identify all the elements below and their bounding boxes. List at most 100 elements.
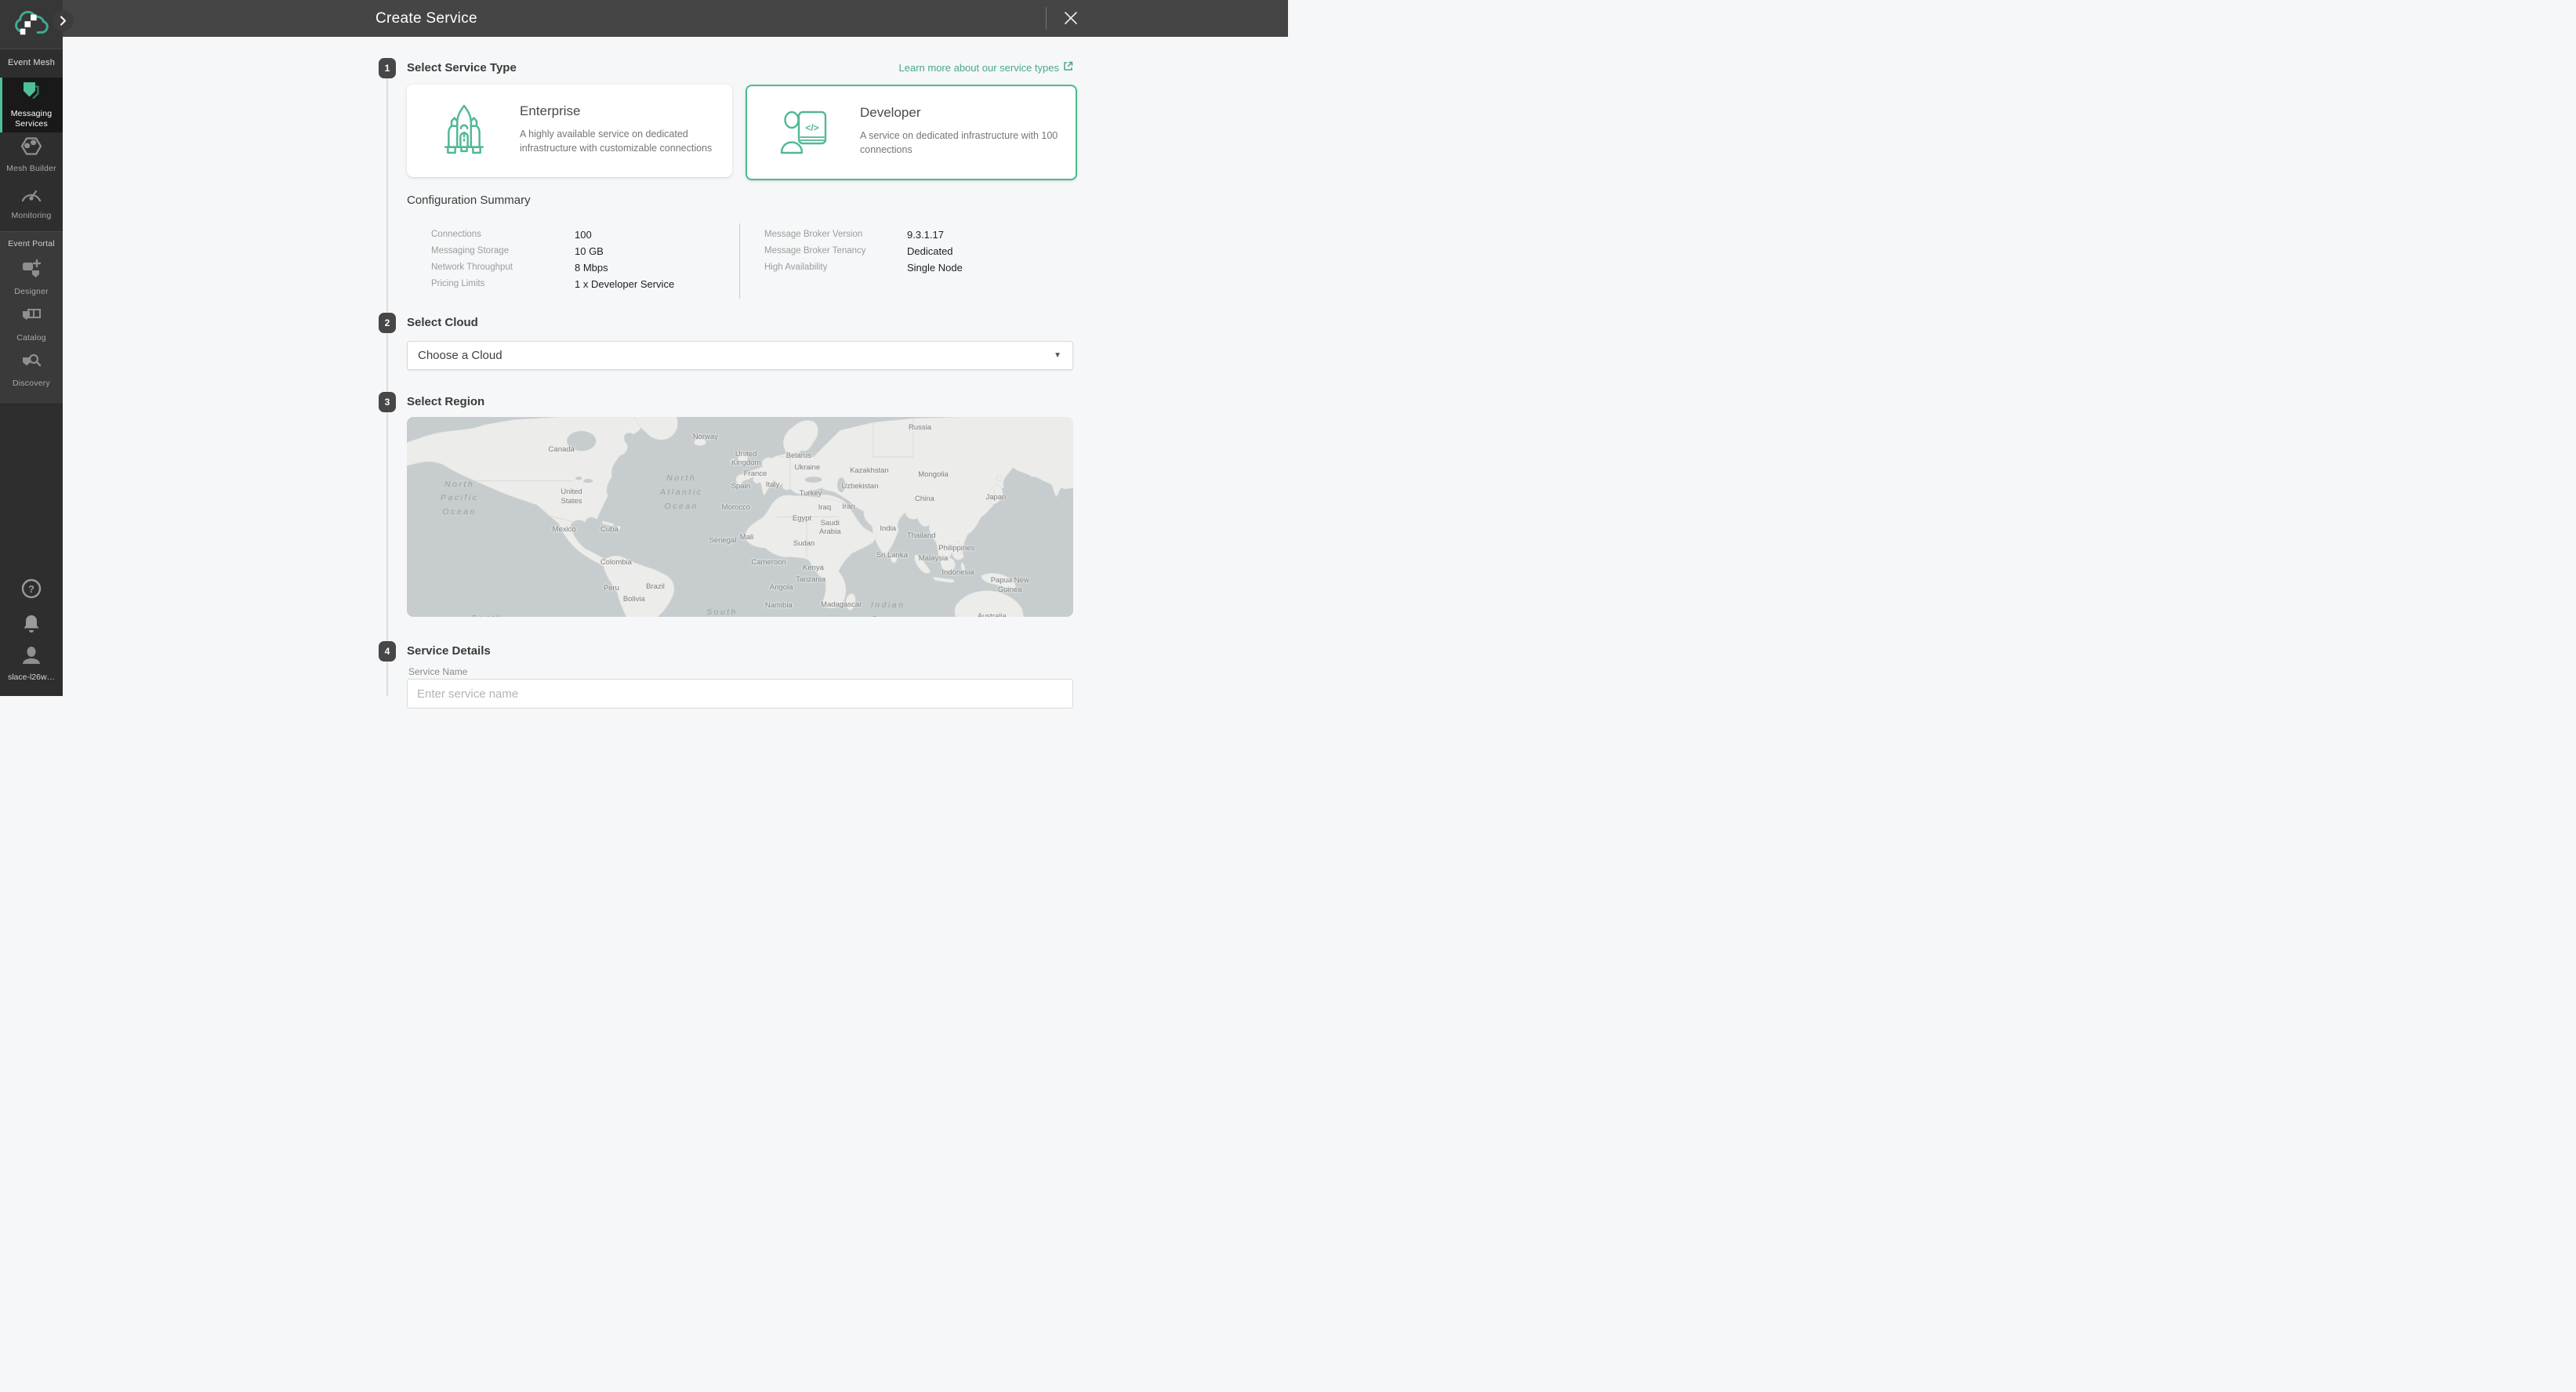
create-service-header: Create Service — [63, 0, 1288, 37]
learn-more-link[interactable]: Learn more about our service types — [899, 61, 1074, 74]
step-rail — [386, 412, 388, 641]
step-rail — [386, 78, 388, 313]
map-country-label: Belarus — [786, 451, 811, 461]
sidebar-item-discovery[interactable]: Discovery — [0, 346, 63, 395]
map-country-label: Russia — [909, 423, 931, 433]
summary-value: 10 GB — [575, 245, 604, 257]
dropdown-caret-icon: ▼ — [1054, 342, 1061, 369]
svg-text:</>: </> — [805, 122, 818, 133]
summary-value: 100 — [575, 229, 592, 241]
map-country-label: Sudan — [793, 539, 815, 549]
service-type-card-enterprise[interactable]: Enterprise A highly available service on… — [407, 85, 732, 177]
sidebar-item-mesh-builder[interactable]: Mesh Builder — [0, 132, 63, 179]
step-4-badge: 4 — [379, 641, 396, 662]
step-1-title: Select Service Type — [407, 58, 517, 78]
map-country-label: Madagascar — [821, 600, 862, 610]
learn-more-link-text: Learn more about our service types — [899, 62, 1060, 74]
map-ocean-label: North Atlantic Ocean — [660, 472, 702, 514]
map-country-label: France — [744, 469, 767, 479]
discovery-magnifier-icon — [20, 352, 42, 375]
help-button[interactable]: ? — [0, 578, 63, 602]
step-2-title: Select Cloud — [407, 313, 478, 333]
map-country-label: Iraq — [818, 503, 831, 513]
sidebar-item-messaging-services[interactable]: Messaging Services — [0, 78, 63, 132]
shield-icon — [21, 81, 42, 105]
sidebar-item-event-mesh[interactable]: Event Mesh — [0, 49, 63, 78]
notifications-button[interactable] — [0, 614, 63, 637]
rocket-icon — [440, 103, 488, 162]
service-type-title: Developer — [860, 105, 921, 121]
map-country-label: Kenya — [803, 564, 824, 573]
sidebar-item-label: Designer — [14, 287, 49, 297]
event-portal-section: Event Portal Designer Catalog — [0, 231, 63, 404]
map-country-label: Mexico — [553, 525, 576, 535]
map-country-label: Mongolia — [918, 470, 949, 480]
summary-label: Message Broker Tenancy — [764, 246, 866, 256]
sidebar-item-label: Discovery — [13, 379, 50, 389]
user-name-label[interactable]: slace-l26w… — [0, 672, 63, 682]
map-country-label: Saudi Arabia — [819, 519, 840, 538]
map-labels-layer: RussiaNorwayCanadaUnited KingdomBelarusU… — [407, 417, 1073, 617]
cloud-select-dropdown[interactable]: Choose a Cloud ▼ — [407, 341, 1073, 370]
map-country-label: United States — [561, 488, 582, 506]
sidebar-item-label: Event Mesh — [8, 58, 55, 69]
sidebar-item-monitoring[interactable]: Monitoring — [0, 179, 63, 229]
map-country-label: Iran — [842, 502, 854, 512]
sidebar: Event Mesh Messaging Services Mesh Build… — [0, 0, 63, 696]
map-country-label: Spain — [731, 482, 750, 491]
sidebar-expand-button[interactable] — [53, 10, 74, 31]
map-country-label: Australia — [978, 612, 1007, 617]
sidebar-item-label: Catalog — [16, 333, 46, 343]
step-rail — [386, 662, 388, 696]
step-1-badge: 1 — [379, 58, 396, 78]
service-name-input[interactable] — [407, 679, 1073, 709]
sidebar-item-designer[interactable]: Designer — [0, 254, 63, 303]
map-country-label: Senegal — [709, 536, 736, 546]
sidebar-item-label: Mesh Builder — [4, 164, 59, 174]
service-type-description: A highly available service on dedicated … — [520, 127, 738, 155]
configuration-summary-title: Configuration Summary — [407, 194, 531, 207]
summary-label: Message Broker Version — [764, 230, 862, 239]
summary-value: Dedicated — [907, 245, 953, 257]
solace-cloud-logo-icon — [13, 8, 49, 42]
sidebar-item-label: Messaging Services — [6, 109, 56, 129]
active-indicator-bar — [0, 78, 2, 132]
map-country-label: Cameroon — [751, 558, 785, 567]
step-rail — [386, 333, 388, 392]
map-country-label: India — [880, 524, 896, 534]
create-service-form: 1 Select Service Type Learn more about o… — [63, 37, 1288, 696]
map-ocean-label: Indian Ocean — [871, 599, 905, 617]
step-3-title: Select Region — [407, 392, 484, 412]
sidebar-item-catalog[interactable]: Catalog — [0, 301, 63, 350]
service-type-card-developer[interactable]: </> Developer A service on dedicated inf… — [746, 85, 1077, 180]
map-country-label: Turkey — [800, 489, 822, 498]
designer-icon — [20, 259, 42, 283]
map-country-label: Italy — [766, 480, 779, 490]
service-type-description: A service on dedicated infrastructure wi… — [860, 129, 1078, 157]
map-country-label: Japan — [985, 493, 1006, 502]
map-country-label: United Kingdom — [731, 450, 761, 469]
region-map[interactable]: RussiaNorwayCanadaUnited KingdomBelarusU… — [407, 417, 1073, 617]
map-country-label: Sri Lanka — [876, 551, 908, 560]
page-title: Create Service — [376, 0, 477, 37]
map-country-label: Canada — [549, 445, 575, 455]
external-link-icon — [1063, 61, 1073, 74]
map-country-label: Egypt — [793, 514, 811, 524]
map-country-label: Papua New Guinea — [991, 577, 1029, 596]
developer-person-code-icon: </> — [780, 108, 830, 161]
map-country-label: Brazil — [646, 582, 665, 592]
map-country-label: Ukraine — [794, 463, 820, 473]
summary-label: Messaging Storage — [431, 246, 509, 256]
help-icon: ? — [21, 578, 42, 603]
summary-value: 9.3.1.17 — [907, 229, 944, 241]
summary-column-divider — [739, 223, 740, 299]
close-button[interactable] — [1058, 6, 1083, 31]
map-country-label: Angola — [770, 583, 793, 593]
map-country-label: Indonesia — [942, 568, 974, 578]
cloud-select-value: Choose a Cloud — [418, 342, 503, 369]
summary-label: Network Throughput — [431, 263, 513, 272]
avatar — [21, 645, 42, 669]
user-menu-button[interactable] — [0, 645, 63, 669]
map-country-label: Mali — [740, 533, 753, 542]
chevron-right-icon — [60, 16, 67, 26]
